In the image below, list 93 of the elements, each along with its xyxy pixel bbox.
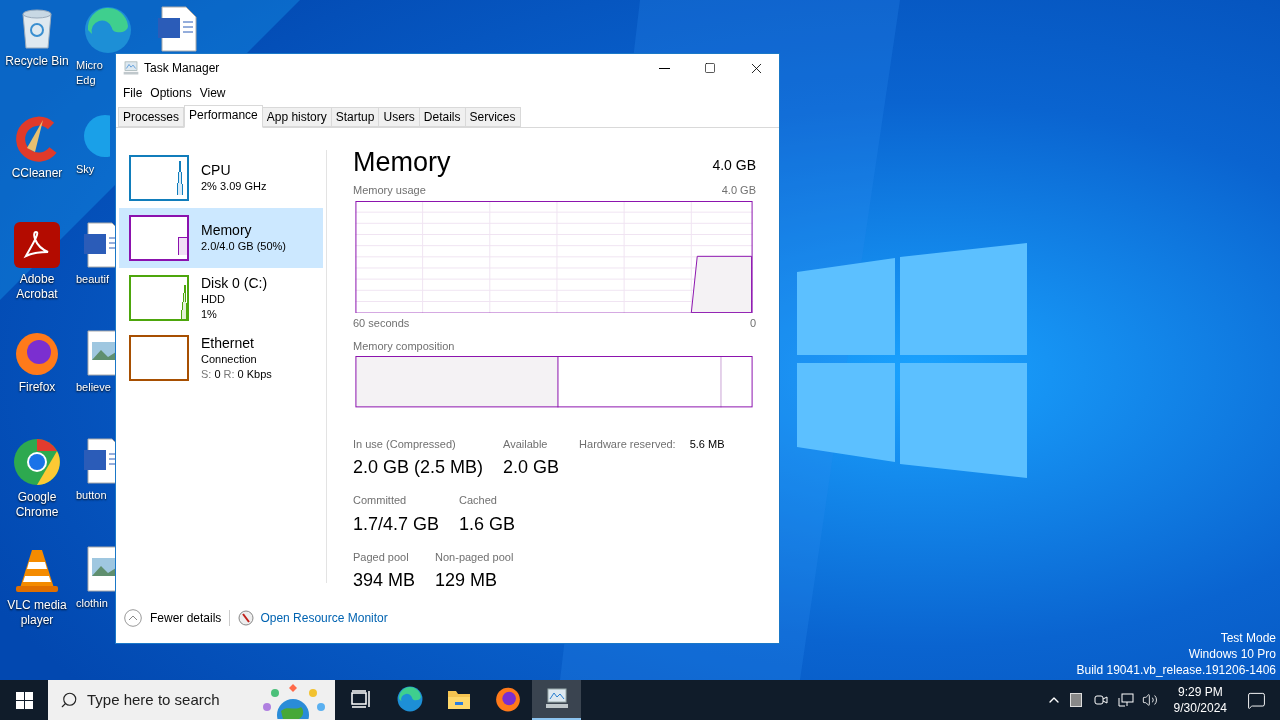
stat-label: In use (Compressed) <box>353 436 457 452</box>
taskbar-app-button[interactable] <box>532 680 581 720</box>
composition-label: Memory composition <box>353 338 456 354</box>
desktop-icon-label[interactable]: CCleaner <box>11 166 63 181</box>
tab[interactable]: Performance <box>184 105 263 128</box>
resource-detail: Connection <box>201 351 258 367</box>
stat-label: Non-paged pool <box>435 549 514 565</box>
stat-value: 2.0 GB (2.5 MB) <box>353 456 484 479</box>
desktop-icon-label[interactable]: clothin <box>76 596 108 611</box>
resource-item[interactable]: Ethernet Connection S: 0 R: 0 Kbps <box>119 328 323 388</box>
system-info-text: Windows 10 Pro <box>1188 646 1276 662</box>
resource-detail: HDD <box>201 291 226 307</box>
desktop-icon-label[interactable]: Sky <box>76 162 95 177</box>
graph-max: 4.0 GB <box>721 183 756 198</box>
tab[interactable]: App history <box>261 107 332 127</box>
resource-item[interactable]: CPU 2% 3.09 GHz <box>119 148 323 208</box>
pdf-icon <box>14 222 60 268</box>
resource-item[interactable]: Disk 0 (C:) HDD 1% <box>119 268 323 328</box>
stat-value: 129 MB <box>435 569 499 592</box>
minimize-icon <box>658 67 670 69</box>
window-title: Task Manager <box>144 60 220 77</box>
tab[interactable]: Startup <box>330 107 380 127</box>
resource-detail: 1% <box>201 306 218 322</box>
app-icon <box>84 114 110 158</box>
search-input[interactable]: Type here to search <box>87 688 257 712</box>
time-axis-end: 0 <box>749 316 756 332</box>
clock-date: 9/30/2024 <box>1173 700 1227 716</box>
maximize-icon <box>704 62 716 74</box>
desktop-icon-label[interactable]: Micro Edg <box>76 58 103 88</box>
total-memory: 4.0 GB <box>712 156 756 175</box>
task-view-icon <box>350 690 371 708</box>
desktop-icon-label[interactable]: believe <box>76 380 111 395</box>
gauge-icon <box>238 610 255 626</box>
send-value: 0 <box>214 366 221 382</box>
fox-globe-icon <box>494 686 521 712</box>
clock-time: 9:29 PM <box>1177 684 1223 700</box>
volume-icon[interactable] <box>1141 692 1158 708</box>
send-label: S: <box>201 366 212 382</box>
notifications-icon[interactable] <box>1247 690 1266 710</box>
stat-label: Cached <box>459 493 498 508</box>
stat-value: 5.6 MB <box>689 436 725 452</box>
tab[interactable]: Users <box>378 107 420 127</box>
network-icon[interactable] <box>1117 693 1134 707</box>
edge-icon <box>84 6 132 54</box>
start-icon <box>15 691 33 709</box>
resource-item[interactable]: Memory 2.0/4.0 GB (50%) <box>119 208 323 268</box>
clock[interactable]: 9:29 PM 9/30/2024 <box>1167 684 1233 716</box>
monitor-graph-icon <box>123 60 139 76</box>
stat-value: 394 MB <box>353 569 416 592</box>
fewer-details-button[interactable]: Fewer details <box>124 609 222 627</box>
tab[interactable]: Services <box>464 107 521 127</box>
system-info-text: Test Mode <box>1220 630 1276 646</box>
graph-label: Memory usage <box>353 183 426 198</box>
menu-item[interactable]: View <box>198 84 227 102</box>
receive-label: R: <box>223 366 235 382</box>
resource-name: CPU <box>201 162 232 179</box>
desktop-icon-label[interactable]: Google Chrome <box>15 490 59 520</box>
stat-label: Committed <box>353 493 408 508</box>
search-icon <box>60 691 78 709</box>
resource-name: Memory <box>201 222 253 239</box>
tab[interactable]: Processes <box>118 107 185 127</box>
stat-label: Hardware reserved: <box>579 436 676 452</box>
stat-value: 1.7/4.7 GB <box>353 512 440 536</box>
resource-monitor-link[interactable]: Open Resource Monitor <box>260 609 388 627</box>
monitor-graph-icon <box>544 688 569 710</box>
resource-detail: 2.0/4.0 GB (50%) <box>201 239 286 254</box>
stat-value: 2.0 GB <box>503 456 560 479</box>
system-info-text: Build 19041.vb_release.191206-1406 <box>1076 662 1276 678</box>
chevron-up-circle-icon <box>124 609 142 627</box>
desktop-icon-label[interactable]: Adobe Acrobat <box>16 272 58 302</box>
receive-value: 0 Kbps <box>237 366 272 382</box>
detail-title: Memory <box>353 146 451 178</box>
folder-icon <box>446 688 471 710</box>
stat-value: 1.6 GB <box>459 512 516 536</box>
chrome-icon <box>13 438 61 486</box>
resource-detail: 2% 3.09 GHz <box>201 179 267 194</box>
desktop-icon-label[interactable]: button <box>76 488 107 503</box>
camera-icon[interactable] <box>1093 693 1108 707</box>
search-field[interactable]: Type here to search <box>48 680 335 720</box>
menu-item[interactable]: Options <box>149 84 193 102</box>
desktop-icon-label[interactable]: beautif <box>76 272 110 287</box>
tab[interactable]: Details <box>418 107 466 127</box>
menu-item[interactable]: File <box>122 84 144 102</box>
desktop-icon-label[interactable]: VLC media player <box>7 598 67 628</box>
fox-globe-icon <box>14 330 60 376</box>
resource-name: Ethernet <box>201 334 255 352</box>
desktop-icon-label[interactable]: Firefox <box>18 380 56 395</box>
resource-name: Disk 0 (C:) <box>201 274 268 292</box>
desktop-icon-label[interactable]: Recycle Bin <box>5 54 69 69</box>
time-axis-start: 60 seconds <box>353 316 410 332</box>
stat-label: Available <box>503 436 549 452</box>
stat-label: Paged pool <box>353 549 410 565</box>
edge-icon <box>396 686 423 712</box>
